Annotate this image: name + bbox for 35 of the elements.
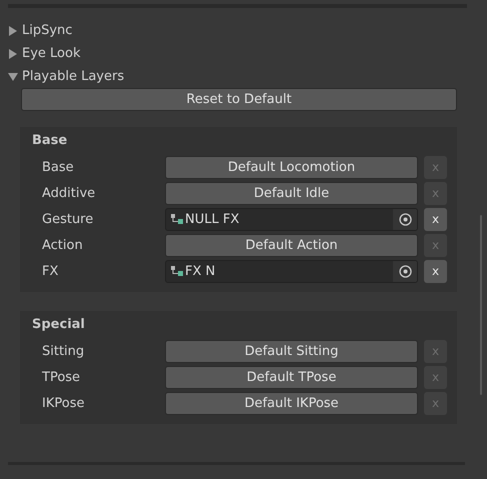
target-icon: [398, 212, 412, 226]
section-title: Special: [32, 317, 86, 334]
layer-button[interactable]: Default IKPose: [165, 392, 418, 414]
triangle-icon: [8, 72, 18, 82]
object-field[interactable]: NULL FX: [165, 208, 418, 230]
row-label: Sitting: [41, 344, 86, 358]
layer-button[interactable]: Default TPose: [165, 366, 418, 388]
row-label: TPose: [41, 370, 82, 384]
row-label: FX: [41, 264, 60, 278]
clear-button[interactable]: x: [424, 260, 447, 282]
row-label: Gesture: [41, 212, 94, 226]
picker-button[interactable]: [393, 208, 417, 230]
row-label: IKPose: [41, 396, 86, 410]
triangle-icon: [8, 48, 18, 58]
section-title: Base: [32, 133, 68, 150]
row-label: Action: [41, 238, 84, 252]
object-field[interactable]: FX N: [165, 260, 418, 282]
foldout[interactable]: LipSync: [8, 21, 465, 40]
foldout[interactable]: Eye Look: [8, 44, 465, 63]
field-value: NULL FX: [185, 212, 240, 226]
layer-button[interactable]: Default Idle: [165, 182, 418, 204]
target-icon: [398, 264, 412, 278]
layers-icon: [171, 214, 183, 224]
row-label: Base: [41, 160, 75, 174]
layer-button[interactable]: Default Action: [165, 234, 418, 256]
triangle-icon: [8, 26, 18, 36]
picker-button[interactable]: [393, 260, 417, 282]
field-value: FX N: [185, 264, 216, 278]
clear-button[interactable]: x: [424, 208, 447, 230]
layers-icon: [171, 266, 183, 276]
layer-button[interactable]: Default Sitting: [165, 340, 418, 362]
reset-button[interactable]: Reset to Default: [21, 88, 457, 111]
row-label: Additive: [41, 186, 96, 200]
foldout[interactable]: Playable Layers: [8, 67, 465, 86]
layer-button[interactable]: Default Locomotion: [165, 156, 418, 178]
